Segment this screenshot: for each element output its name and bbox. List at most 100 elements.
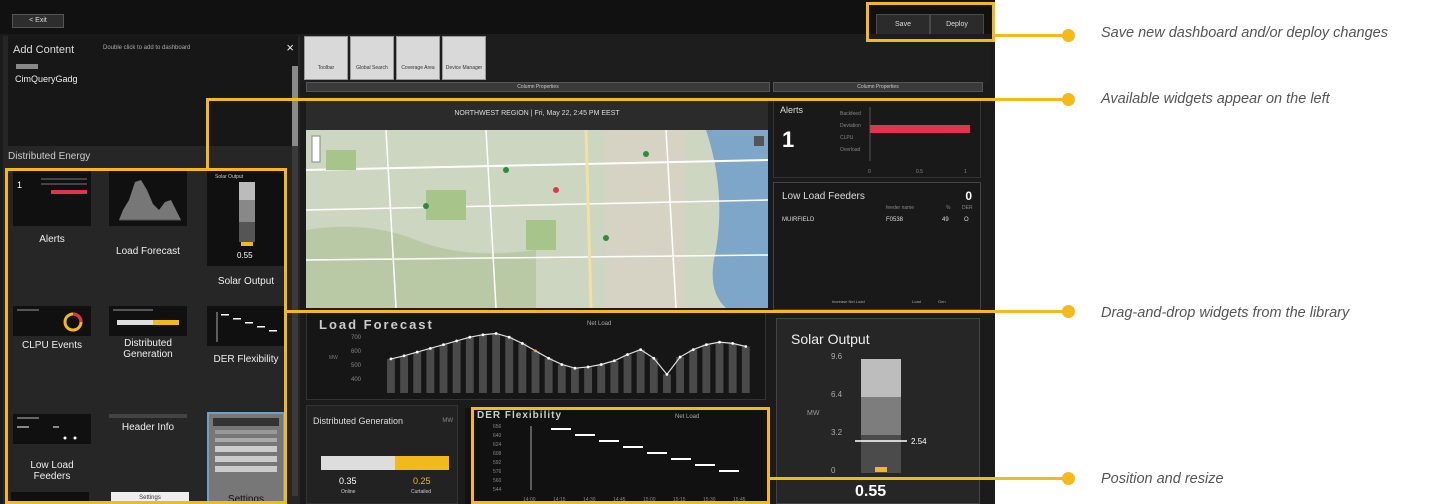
lf-point — [586, 365, 590, 369]
lf-point — [560, 363, 564, 366]
solar-marker-value: 2.54 — [911, 437, 927, 446]
llf-count: 0 — [965, 189, 972, 203]
distributed-generation-widget[interactable]: Distributed Generation MW 0.35 0.25 Onli… — [306, 405, 458, 504]
lf-point — [534, 349, 537, 353]
add-content-item[interactable]: CimQueryGadg — [15, 74, 78, 84]
lf-bar — [715, 342, 724, 393]
tile-coverage-area[interactable]: Coverage Area — [396, 36, 440, 80]
solar-unit: MW — [807, 410, 820, 417]
solar-output-chart: 9.6 6.4 3.2 0 MW 2.54 — [807, 352, 927, 475]
callout-drag-text: Drag-and-drop widgets from the library — [1101, 305, 1350, 321]
alerts-widget[interactable]: Alerts 1 Backfeed Deviation CLPU Overload 0 0… — [773, 100, 981, 178]
lf-point — [573, 366, 577, 370]
lf-point — [731, 342, 735, 345]
lf-bar — [426, 348, 435, 393]
close-icon[interactable]: × — [286, 40, 294, 55]
llf-row-substation: MUIRFIELD — [782, 217, 815, 223]
lf-y-tick: 500 — [351, 363, 362, 369]
low-load-feeders-widget[interactable]: Low Load Feeders 0 feeder name % DER MUI… — [773, 182, 981, 310]
llf-col-pct: % — [946, 205, 951, 211]
lf-point — [442, 343, 445, 347]
lf-bar — [518, 343, 527, 393]
lf-point — [520, 342, 524, 345]
lf-y-tick: 400 — [351, 377, 362, 383]
solar-segment-top — [861, 359, 901, 397]
callout-frame-save — [866, 2, 995, 42]
dg-online-value: 0.35 — [339, 476, 357, 486]
lf-point — [507, 335, 511, 339]
llf-row-feeder: F0538 — [886, 217, 904, 223]
connector-save — [993, 34, 1067, 37]
lf-point — [494, 332, 498, 335]
alerts-category: Overload — [840, 147, 861, 153]
alerts-category: Backfeed — [840, 111, 861, 117]
exit-button[interactable]: < Exit — [12, 14, 64, 28]
column-properties-right[interactable]: Column Properties — [773, 82, 983, 92]
solar-output-value: 0.55 — [855, 483, 887, 500]
column-properties-center[interactable]: Column Properties — [306, 82, 770, 92]
alerts-category: Deviation — [840, 123, 861, 129]
item-progress-bar — [16, 64, 38, 69]
lf-bar — [439, 344, 448, 393]
connector-drag — [287, 310, 1067, 313]
lf-bar — [465, 337, 474, 393]
callout-save-text: Save new dashboard and/or deploy changes — [1101, 25, 1388, 41]
alerts-x-tick: 1 — [964, 169, 967, 175]
llf-col-der: DER — [962, 205, 973, 211]
callout-position-text: Position and resize — [1101, 471, 1224, 487]
dg-curtailed-label: Curtailed — [411, 489, 432, 495]
lf-unit: MW — [329, 355, 338, 361]
lf-point — [547, 356, 551, 360]
callout-frame-position — [471, 407, 770, 504]
lf-point — [639, 348, 643, 351]
region-map[interactable] — [306, 130, 768, 308]
lf-bar — [571, 368, 579, 393]
lf-y-tick: 600 — [351, 349, 362, 355]
dg-curtailed-fill — [395, 456, 449, 470]
tile-global-search[interactable]: Global Search — [350, 36, 394, 80]
lf-bar — [636, 349, 645, 393]
lf-point — [704, 343, 708, 347]
add-content-panel: Add Content Double click to add to dashb… — [8, 36, 298, 146]
lf-point — [481, 333, 485, 337]
dg-online-label: Online — [341, 489, 356, 495]
lf-bar — [597, 364, 606, 393]
lf-bar — [452, 340, 461, 393]
connector-widgets — [206, 98, 1067, 101]
lf-bar — [492, 333, 501, 393]
lf-point — [612, 359, 616, 363]
add-content-title: Add Content — [13, 44, 75, 56]
lf-y-tick: 700 — [351, 335, 362, 341]
lf-bar — [387, 358, 395, 393]
dg-curtailed-value: 0.25 — [413, 476, 431, 486]
dg-unit: MW — [442, 418, 453, 424]
lf-bar — [610, 360, 619, 393]
callout-dot-save — [1062, 29, 1075, 42]
alerts-category: CLPU — [840, 135, 854, 141]
library-section-title: Distributed Energy — [8, 151, 91, 162]
alerts-x-tick: 0 — [868, 169, 871, 175]
lf-point — [744, 345, 748, 348]
lf-point — [402, 354, 406, 358]
lf-bar — [584, 366, 593, 393]
callout-widgets-text: Available widgets appear on the left — [1101, 91, 1330, 107]
map-graphic — [306, 130, 768, 308]
tile-device-manager[interactable]: Device Manager — [442, 36, 486, 80]
load-forecast-widget[interactable]: Load Forecast 700 600 500 400 MW Net Load — [306, 312, 766, 400]
lf-point — [665, 373, 669, 376]
load-forecast-chart: 700 600 500 400 MW Net Load — [329, 321, 750, 393]
lf-point — [691, 348, 695, 351]
lf-bar — [702, 344, 711, 393]
llf-legend-c: Gen — [938, 299, 946, 304]
lf-point — [468, 335, 472, 339]
add-content-hint: Double click to add to dashboard — [103, 45, 191, 51]
tile-toolbar[interactable]: Toolbar — [304, 36, 348, 80]
lf-point — [626, 353, 629, 356]
alerts-overload-bar — [870, 125, 970, 133]
scrollbar-thumb[interactable] — [292, 66, 298, 146]
lf-bar — [531, 350, 540, 393]
library-scrollbar[interactable] — [292, 66, 298, 496]
lf-bar — [676, 357, 685, 393]
region-header: NORTHWEST REGION | Fri, May 22, 2:45 PM … — [306, 98, 768, 130]
alerts-x-tick: 0.5 — [916, 169, 923, 175]
